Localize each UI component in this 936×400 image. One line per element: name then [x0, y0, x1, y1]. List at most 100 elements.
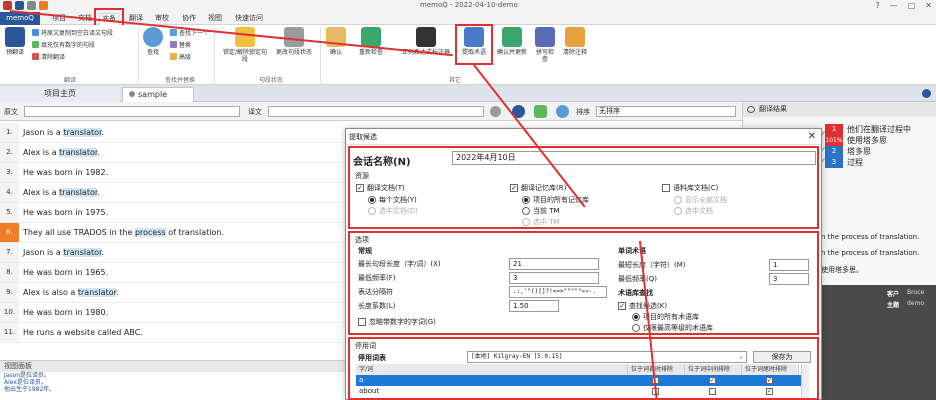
add-filter-icon[interactable] — [534, 105, 547, 118]
meta-value: demo — [907, 300, 925, 307]
view-pane: 视图面板 Jason是位译员。 Alex是位译员。 他出生于1982年。 — [0, 360, 345, 400]
magnifier-icon[interactable] — [556, 105, 569, 118]
pretranslate-icon — [5, 27, 25, 47]
meta-key: 客户 — [887, 291, 900, 298]
highlight-extract-terms — [455, 24, 493, 65]
clear-notes-icon — [565, 27, 585, 47]
segment-source[interactable]: He was born in 1982. — [23, 168, 108, 177]
group-translate-label: 翻译 — [63, 77, 76, 84]
result-row-2[interactable]: 2 塔多思 — [825, 146, 936, 157]
recheck-button[interactable]: 重新检查 — [356, 27, 386, 56]
view-pane-line: Alex是位译员。 — [4, 379, 47, 386]
tab-review[interactable]: 审校 — [153, 13, 171, 25]
segment-row[interactable]: 5. He was born in 1975. — [0, 203, 345, 223]
segment-number: 5. — [0, 203, 19, 222]
segment-row[interactable]: 8. He was born in 1965. — [0, 263, 345, 283]
segment-source[interactable]: Jason is a translator. — [23, 128, 104, 137]
segment-source[interactable]: Jason is a translator. — [23, 248, 104, 257]
tab-collaborate[interactable]: 协作 — [180, 13, 198, 25]
tab-view[interactable]: 视图 — [206, 13, 224, 25]
segment-source[interactable]: He was born in 1975. — [23, 208, 108, 217]
result-row-3[interactable]: 3 过程 — [825, 157, 936, 168]
dialog-title: 提取候选 — [346, 129, 821, 145]
segment-row[interactable]: 10. He was born in 1980. — [0, 303, 345, 323]
segment-source[interactable]: He runs a website called ABC. — [23, 328, 143, 337]
segment-source[interactable]: They all use TRADOS in the process of tr… — [23, 228, 224, 237]
clear-translation-button[interactable]: 清除翻译 — [32, 52, 65, 61]
help-icon[interactable]: ? — [875, 1, 879, 10]
copy-icon — [32, 29, 39, 36]
context-line-3: 使用塔多思。 — [821, 266, 863, 274]
segment-row[interactable]: 6. They all use TRADOS in the process of … — [0, 223, 345, 243]
meta-key: 主题 — [887, 302, 900, 309]
search-icon — [143, 27, 163, 47]
segment-number: 9. — [0, 283, 19, 302]
group-other-label: 其它 — [448, 77, 461, 84]
segment-row[interactable]: 1. Jason is a translator. — [0, 123, 345, 143]
segment-row[interactable]: 9. Alex is also a translator. — [0, 283, 345, 303]
confirm-update-icon — [502, 27, 522, 47]
extract-candidates-dialog: 提取候选 ✕ 会话名称(N) 2022年4月10日 资源 ✓ 翻译文档(T) 每个… — [345, 128, 822, 400]
user-icon[interactable] — [39, 1, 48, 10]
group-find-label: 查找并替换 — [164, 77, 195, 84]
menu-dot-icon[interactable] — [922, 89, 931, 98]
segment-source[interactable]: He was born in 1980. — [23, 308, 108, 317]
confirm-update-button[interactable]: 确认并更新 — [494, 27, 530, 56]
context-line-2: n the process of translation. — [821, 249, 920, 257]
clear-notes-button[interactable]: 清除注释 — [560, 27, 590, 56]
pretranslate-button[interactable]: 预翻译 — [2, 27, 28, 56]
translation-results-header: 翻译结果 — [743, 102, 936, 117]
term-highlight: process — [134, 228, 166, 237]
term-highlight: translator — [59, 188, 98, 197]
segment-number: 1. — [0, 123, 19, 142]
fill-numbers-button[interactable]: 填充仅有数字的句段 — [32, 40, 95, 49]
funnel-icon[interactable] — [490, 106, 501, 117]
tab-quick-access[interactable]: 快速访问 — [233, 13, 265, 25]
source-filter-input[interactable] — [24, 106, 240, 117]
spellcheck-icon — [535, 27, 555, 47]
copy-source-button[interactable]: 将原文复制到空白译文句段 — [32, 28, 113, 37]
minimize-icon[interactable]: — — [890, 1, 898, 10]
maximize-icon[interactable]: □ — [908, 1, 916, 10]
settings-icon[interactable] — [27, 1, 36, 10]
advanced-find-button[interactable]: 高级 — [170, 52, 191, 61]
segment-row[interactable]: 4. Alex is a translator. — [0, 183, 345, 203]
segment-source[interactable]: He was born in 1965. — [23, 268, 108, 277]
segment-source[interactable]: Alex is a translator. — [23, 188, 100, 197]
term-highlight: translator — [59, 148, 98, 157]
segment-row[interactable]: 3. He was born in 1982. — [0, 163, 345, 183]
result-row-1[interactable]: 1 101% 他们在翻译过程中 使用塔多思 — [825, 124, 936, 146]
segment-row[interactable]: 11. He runs a website called ABC. — [0, 323, 345, 343]
meta-value: Bruce — [907, 289, 925, 296]
window-controls: ? — □ ✕ — [875, 1, 932, 10]
group-status-label: 句段状态 — [258, 77, 283, 84]
segment-number: 2. — [0, 143, 19, 162]
results-eye-icon[interactable] — [747, 106, 755, 113]
save-icon[interactable] — [3, 1, 12, 10]
segment-row[interactable]: 7. Jason is a translator. — [0, 243, 345, 263]
close-icon[interactable]: ✕ — [925, 1, 932, 10]
quick-access-toolbar — [3, 1, 48, 10]
segment-row[interactable]: 2. Alex is a translator. — [0, 143, 345, 163]
view-pane-header: 视图面板 — [0, 361, 345, 372]
highlight-stopwords — [348, 337, 819, 400]
segment-source[interactable]: Alex is also a translator. — [23, 288, 119, 297]
target-filter-input[interactable] — [268, 106, 484, 117]
tab-project-home[interactable]: 项目主页 — [0, 87, 120, 102]
title-bar: memoQ - 2022-04-10-demo ? — □ ✕ — [0, 0, 936, 12]
segment-number: 4. — [0, 183, 19, 202]
dialog-close-icon[interactable]: ✕ — [808, 131, 816, 142]
spellcheck-button[interactable]: 拼写检查 — [534, 27, 556, 63]
window-title: memoQ - 2022-04-10-demo — [420, 1, 518, 9]
sync-icon[interactable] — [15, 1, 24, 10]
tab-sample-doc[interactable]: sample 1.doc× — [122, 87, 194, 113]
sort-select[interactable]: 无排序 — [596, 106, 736, 117]
segment-number: 11. — [0, 323, 19, 342]
find-next-icon — [170, 29, 177, 36]
term-highlight: translator — [63, 128, 102, 137]
replace-button[interactable]: 替换 — [170, 40, 191, 49]
segment-source[interactable]: Alex is a translator. — [23, 148, 100, 157]
replace-icon — [170, 41, 177, 48]
view-pane-line: 他出生于1982年。 — [4, 386, 56, 393]
find-button[interactable]: 查找 — [142, 27, 164, 56]
